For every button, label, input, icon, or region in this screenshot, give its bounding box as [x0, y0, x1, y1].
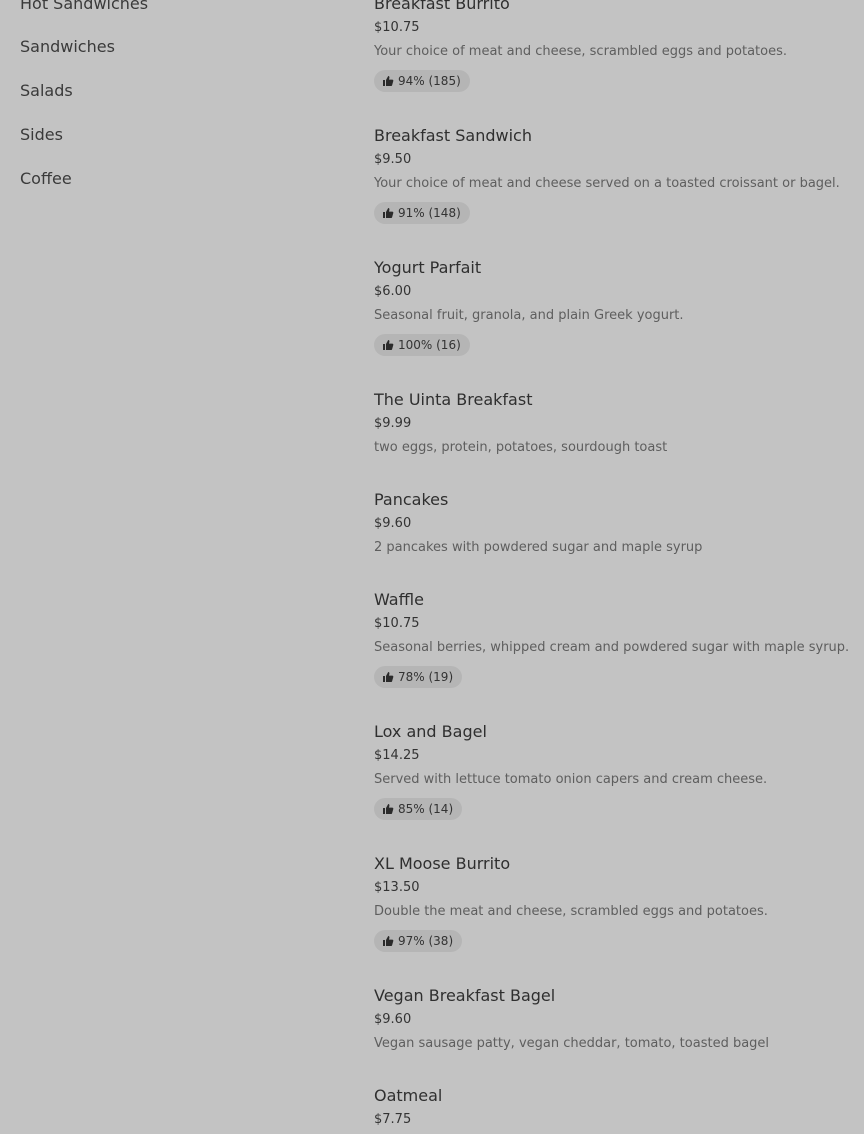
item-price: $13.50: [374, 880, 420, 895]
item-price: $9.60: [374, 516, 412, 531]
category-sides[interactable]: Sides: [20, 125, 63, 144]
category-sandwiches[interactable]: Sandwiches: [20, 37, 115, 56]
item-price: $14.25: [374, 748, 420, 763]
item-description: Seasonal fruit, granola, and plain Greek…: [374, 308, 684, 323]
item-name: XL Moose Burrito: [374, 854, 511, 873]
category-salads[interactable]: Salads: [20, 81, 73, 100]
item-name: Lox and Bagel: [374, 722, 487, 741]
thumbs-up-icon: [382, 339, 394, 351]
item-name: Yogurt Parfait: [374, 258, 482, 277]
item-description: Your choice of meat and cheese, scramble…: [374, 44, 788, 59]
rating-text: 97% (38): [398, 934, 454, 948]
rating-badge: 91% (148): [374, 202, 470, 224]
item-description: Your choice of meat and cheese served on…: [374, 176, 840, 191]
item-description: Seasonal berries, whipped cream and powd…: [374, 640, 850, 655]
thumbs-up-icon: [382, 935, 394, 947]
item-price: $9.99: [374, 416, 412, 431]
item-name: Vegan Breakfast Bagel: [374, 986, 556, 1005]
item-description: Vegan sausage patty, vegan cheddar, toma…: [374, 1036, 770, 1051]
rating-badge: 78% (19): [374, 666, 463, 688]
rating-text: 85% (14): [398, 802, 454, 816]
rating-badge: 85% (14): [374, 798, 463, 820]
thumbs-up-icon: [382, 803, 394, 815]
item-name: Pancakes: [374, 490, 449, 509]
rating-badge: 97% (38): [374, 930, 463, 952]
thumbs-up-icon: [382, 671, 394, 683]
item-description: two eggs, protein, potatoes, sourdough t…: [374, 440, 668, 455]
item-price: $6.00: [374, 284, 412, 299]
item-price: $10.75: [374, 616, 420, 631]
thumbs-up-icon: [382, 75, 394, 87]
rating-text: 94% (185): [398, 74, 461, 88]
item-name: Breakfast Sandwich: [374, 126, 532, 145]
item-name: Waffle: [374, 590, 424, 609]
item-name: Oatmeal: [374, 1086, 443, 1105]
rating-text: 91% (148): [398, 206, 461, 220]
rating-text: 78% (19): [398, 670, 454, 684]
thumbs-up-icon: [382, 207, 394, 219]
item-price: $10.75: [374, 20, 420, 35]
category-coffee[interactable]: Coffee: [20, 169, 72, 188]
item-description: Served with lettuce tomato onion capers …: [374, 772, 768, 787]
item-description: Double the meat and cheese, scrambled eg…: [374, 904, 768, 919]
item-price: $9.60: [374, 1012, 412, 1027]
item-name: The Uinta Breakfast: [374, 390, 533, 409]
rating-badge: 100% (16): [374, 334, 470, 356]
item-name: Breakfast Burrito: [374, 0, 510, 13]
item-price: $7.75: [374, 1112, 412, 1127]
item-price: $9.50: [374, 152, 412, 167]
category-hot-sandwiches[interactable]: Hot Sandwiches: [20, 0, 148, 13]
rating-badge: 94% (185): [374, 70, 470, 92]
item-description: 2 pancakes with powdered sugar and maple…: [374, 540, 703, 555]
rating-text: 100% (16): [398, 338, 461, 352]
